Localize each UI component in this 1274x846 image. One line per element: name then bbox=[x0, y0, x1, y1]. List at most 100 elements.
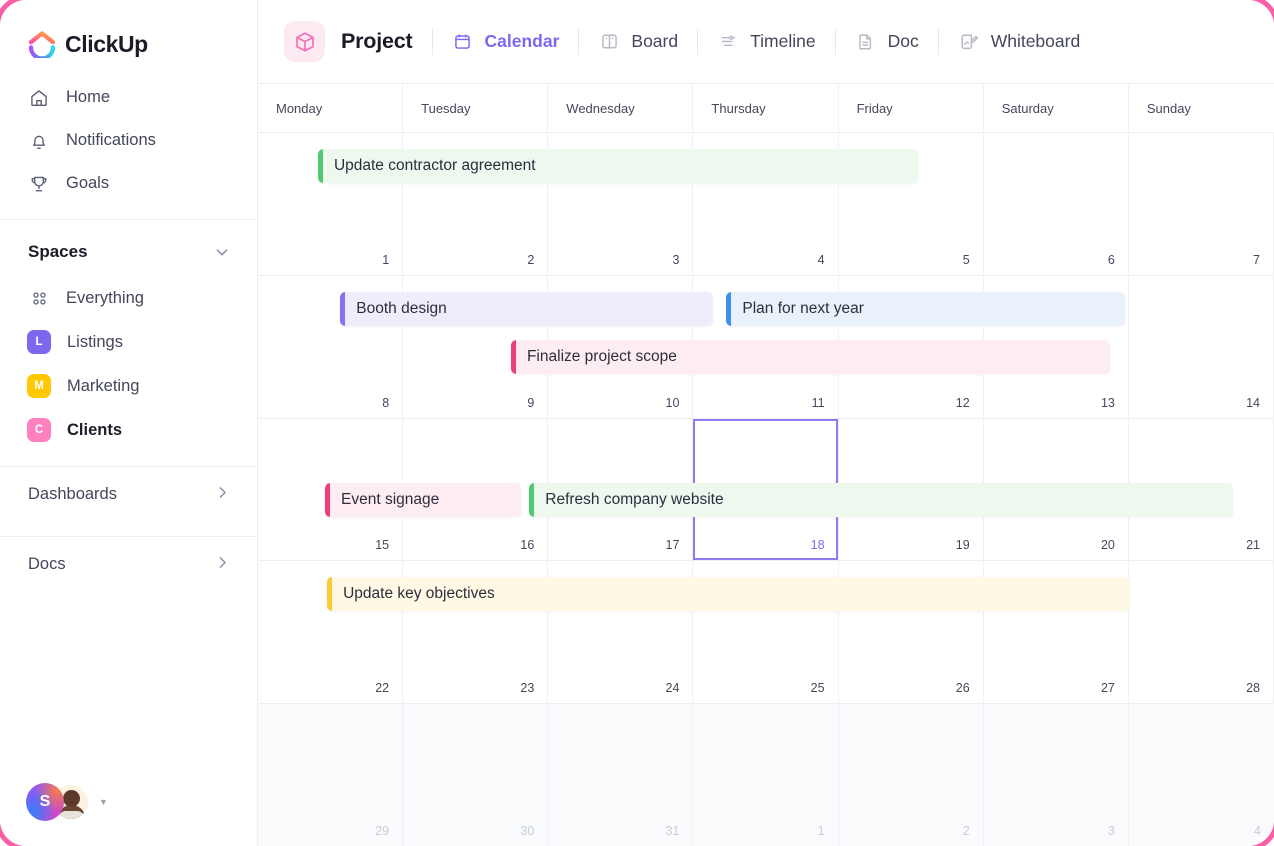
event-title: Update contractor agreement bbox=[323, 157, 536, 175]
calendar-event-bar[interactable]: Update key objectives bbox=[327, 577, 1130, 611]
day-number: 25 bbox=[811, 681, 825, 695]
tab-label: Timeline bbox=[750, 31, 815, 52]
day-number: 30 bbox=[520, 824, 534, 838]
toolbar-separator bbox=[697, 29, 698, 55]
calendar-icon bbox=[452, 31, 474, 53]
chevron-down-icon[interactable] bbox=[213, 243, 231, 261]
day-number: 12 bbox=[956, 396, 970, 410]
event-title: Update key objectives bbox=[332, 585, 495, 603]
sidebar-item-clients[interactable]: C Clients bbox=[0, 408, 257, 452]
chevron-right-icon[interactable] bbox=[214, 554, 231, 576]
calendar-day-cell[interactable]: 29 bbox=[258, 704, 403, 846]
toolbar-separator bbox=[432, 29, 433, 55]
sidebar-item-home[interactable]: Home bbox=[0, 76, 257, 119]
trophy-icon bbox=[28, 173, 49, 194]
calendar-day-headers: Monday Tuesday Wednesday Thursday Friday… bbox=[258, 84, 1274, 133]
avatar[interactable]: S bbox=[26, 783, 64, 821]
day-header-monday: Monday bbox=[258, 84, 403, 132]
calendar-day-cell[interactable]: 30 bbox=[403, 704, 548, 846]
day-number: 1 bbox=[818, 824, 825, 838]
brand-logo[interactable]: ClickUp bbox=[0, 0, 257, 62]
day-number: 1 bbox=[382, 253, 389, 267]
sidebar-item-dashboards[interactable]: Dashboards bbox=[0, 467, 257, 522]
day-number: 5 bbox=[963, 253, 970, 267]
tab-timeline[interactable]: Timeline bbox=[717, 31, 815, 53]
day-number: 26 bbox=[956, 681, 970, 695]
calendar-day-cell[interactable]: 6 bbox=[984, 133, 1129, 275]
section-label: Docs bbox=[28, 555, 66, 574]
sidebar-item-goals[interactable]: Goals bbox=[0, 162, 257, 205]
tab-label: Whiteboard bbox=[991, 31, 1081, 52]
sidebar: ClickUp Home Notific bbox=[0, 0, 258, 846]
day-number: 6 bbox=[1108, 253, 1115, 267]
day-number: 4 bbox=[1254, 824, 1261, 838]
day-number: 28 bbox=[1246, 681, 1260, 695]
bell-icon bbox=[28, 130, 49, 151]
chevron-right-icon[interactable] bbox=[214, 484, 231, 506]
doc-icon bbox=[855, 31, 877, 53]
calendar-event-bar[interactable]: Refresh company website bbox=[529, 483, 1233, 517]
sidebar-item-everything[interactable]: Everything bbox=[0, 276, 257, 320]
calendar-weeks: 1234567Update contractor agreement891011… bbox=[258, 133, 1274, 846]
sidebar-item-notifications[interactable]: Notifications bbox=[0, 119, 257, 162]
calendar-week-row: 15161718192021Event signageRefresh compa… bbox=[258, 419, 1274, 562]
day-number: 22 bbox=[375, 681, 389, 695]
day-number: 7 bbox=[1253, 253, 1260, 267]
grid-dots-icon bbox=[28, 287, 50, 309]
calendar-day-cell[interactable]: 2 bbox=[839, 704, 984, 846]
calendar-day-cell[interactable]: 31 bbox=[548, 704, 693, 846]
calendar-event-bar[interactable]: Event signage bbox=[325, 483, 521, 517]
event-title: Finalize project scope bbox=[516, 348, 677, 366]
toolbar-separator bbox=[938, 29, 939, 55]
toolbar-separator bbox=[835, 29, 836, 55]
day-header-friday: Friday bbox=[839, 84, 984, 132]
app-root: ClickUp Home Notific bbox=[0, 0, 1274, 846]
event-title: Booth design bbox=[345, 300, 447, 318]
calendar-event-bar[interactable]: Booth design bbox=[340, 292, 713, 326]
day-number: 2 bbox=[527, 253, 534, 267]
calendar-day-cell[interactable]: 1 bbox=[693, 704, 838, 846]
calendar-event-bar[interactable]: Plan for next year bbox=[726, 292, 1124, 326]
day-number: 8 bbox=[382, 396, 389, 410]
board-icon bbox=[598, 31, 620, 53]
space-avatar: M bbox=[27, 374, 51, 398]
cube-icon bbox=[284, 21, 325, 62]
calendar-day-cell[interactable]: 28 bbox=[1129, 561, 1274, 703]
sidebar-item-label: Home bbox=[66, 88, 110, 107]
tab-calendar[interactable]: Calendar bbox=[452, 31, 560, 53]
day-number: 3 bbox=[672, 253, 679, 267]
calendar-day-cell[interactable]: 14 bbox=[1129, 276, 1274, 418]
sidebar-item-listings[interactable]: L Listings bbox=[0, 320, 257, 364]
whiteboard-icon bbox=[958, 31, 980, 53]
calendar-day-cell[interactable]: 7 bbox=[1129, 133, 1274, 275]
primary-nav: Home Notifications bbox=[0, 76, 257, 205]
calendar-day-cell[interactable]: 4 bbox=[1129, 704, 1274, 846]
spaces-header[interactable]: Spaces bbox=[0, 228, 257, 276]
caret-down-icon[interactable]: ▼ bbox=[99, 797, 108, 807]
day-number: 17 bbox=[666, 538, 680, 552]
calendar-event-bar[interactable]: Finalize project scope bbox=[511, 340, 1110, 374]
tab-doc[interactable]: Doc bbox=[855, 31, 919, 53]
user-bar[interactable]: S ▼ bbox=[0, 758, 257, 846]
calendar-event-bar[interactable]: Update contractor agreement bbox=[318, 149, 918, 183]
space-label: Clients bbox=[67, 421, 122, 440]
day-number: 24 bbox=[666, 681, 680, 695]
day-number: 4 bbox=[818, 253, 825, 267]
calendar-week-row: 22232425262728Update key objectives bbox=[258, 561, 1274, 704]
sidebar-item-docs[interactable]: Docs bbox=[0, 537, 257, 592]
sidebar-item-marketing[interactable]: M Marketing bbox=[0, 364, 257, 408]
calendar-day-cell[interactable]: 3 bbox=[984, 704, 1129, 846]
day-number: 31 bbox=[666, 824, 680, 838]
tab-label: Board bbox=[631, 31, 678, 52]
spaces-title: Spaces bbox=[28, 242, 88, 262]
home-icon bbox=[28, 87, 49, 108]
tab-board[interactable]: Board bbox=[598, 31, 678, 53]
day-header-saturday: Saturday bbox=[984, 84, 1129, 132]
day-number: 14 bbox=[1246, 396, 1260, 410]
timeline-icon bbox=[717, 31, 739, 53]
day-number: 10 bbox=[666, 396, 680, 410]
day-number: 18 bbox=[811, 538, 825, 552]
tab-whiteboard[interactable]: Whiteboard bbox=[958, 31, 1081, 53]
calendar-view: Monday Tuesday Wednesday Thursday Friday… bbox=[258, 84, 1274, 846]
day-number: 23 bbox=[520, 681, 534, 695]
